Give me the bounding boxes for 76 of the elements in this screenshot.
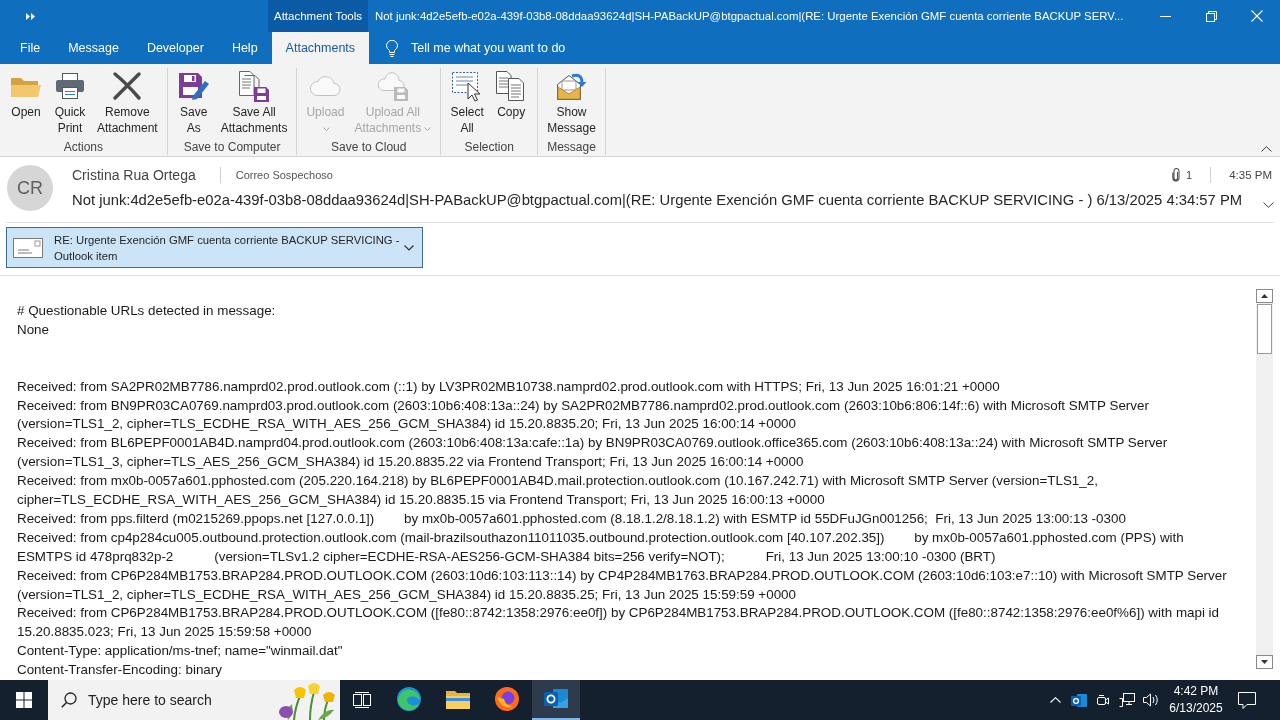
search-icon: [61, 692, 77, 708]
message-subject: Not junk:4d2e5efb-e02a-439f-03b8-08ddaa93624d|SH-PABackUP@btgpactual.com|(RE: Urgente Exención GMF cuenta corriente BACKUP SERVICING - ) 6/13/2025 4:34:57 PM: [72, 192, 1243, 208]
envelope-icon: [13, 237, 43, 258]
volume-icon[interactable]: [1143, 693, 1159, 707]
ribbon-tab[interactable]: Attachments: [271, 32, 370, 64]
taskbar-app-button[interactable]: [532, 680, 580, 720]
triangle-up-icon: [1261, 294, 1268, 298]
contextual-tab-header: Attachment Tools: [268, 0, 368, 32]
ribbon-button[interactable]: Select All: [446, 68, 489, 139]
message-text: Received: from SA2PR02MB7786.namprd02.prod.outlook.com (::1) by LV3PR02MB10738.namprd02.prod.outlook.com with HTTPS; Fri, 13 Jun 2025 16:01:21 +0000: [17, 377, 1001, 396]
message-text: Received: from mx0b-0057a601.pphosted.com (205.220.164.218) by BL6PEPF0001AB4D.mail.protection.outlook.com (10.167.242.71) with Microsoft SMTP Server (version=TLS1_2, cipher=TLS_ECDHE_RSA_WITH_AES_256_GCM_SHA384) id 15.20.8835.15 via Frontend Transport; Fri, 13 Jun 2025 16:00:13 +0000: [17, 472, 1099, 510]
speech-bubble-icon: [1238, 691, 1256, 709]
window-title: Not junk:4d2e5efb-e02a-439f-03b8-08ddaa93624d|SH-PABackUP@btgpactual.com|(RE: Urgente Exención GMF cuenta corriente BACKUP SERV...: [375, 10, 1124, 22]
message-text: Received: from BN9PR03CA0769.namprd03.prod.outlook.com (2603:10b6:408:13a::24) by SA2PR02MB7786.namprd02.prod.outlook.com (2603:10b6:806:14f::6) with Microsoft SMTP Server (version=TLS1_2, cipher=TLS_ECDHE_RSA_WITH_AES_256_GCM_SHA384) id 15.20.8835.20; Fri, 13 Jun 2025 16:00:14 +0000: [17, 396, 1150, 434]
task-view-icon: [353, 692, 371, 708]
network-icon[interactable]: [1119, 693, 1135, 707]
message-text: Received: from cp4p284cu005.outbound.protection.outlook.com (mail-brazilsouthazon11011035.outbound.protection.outlook.com [40.107.202.35]) by mx0b-0057a601.pphosted.com (PPS) with ESMTPS id 478prq832p-2 (version=TLSv1.2 cipher=ECDHE-RSA-AES256-GCM-SHA384 bits=256 verify=NOT); Fri, 13 Jun 2025 13:00:10 -0300 (BRT): [17, 528, 1185, 566]
message-text: None: [17, 320, 50, 339]
group-label: Save to Computer: [183, 139, 281, 155]
scrollbar[interactable]: [1256, 289, 1273, 669]
sender-avatar: CR: [7, 165, 53, 211]
scroll-down-button[interactable]: [1256, 655, 1273, 669]
ribbon-button[interactable]: Save As: [172, 68, 215, 139]
search-field[interactable]: Type here to search: [88, 692, 238, 708]
lightbulb-icon[interactable]: [386, 39, 399, 57]
ribbon-button[interactable]: Remove Attachment: [93, 68, 162, 139]
cloud-floppy-icon: [376, 70, 409, 102]
ribbon-button[interactable]: Quick Print: [49, 68, 91, 139]
x-mark-icon: [111, 70, 144, 102]
ribbon-button[interactable]: Open: [5, 68, 47, 139]
swirl-icon: [397, 687, 421, 711]
message-text: # Questionable URLs detected in message:: [17, 302, 277, 320]
ribbon-tab[interactable]: Developer: [132, 32, 218, 64]
message-text: Content-Type: application/ms-tnef; name="winmail.dat": [17, 642, 344, 661]
folder-label: Correo Sospechoso: [235, 169, 333, 181]
message-text: Received: from BL6PEPF0001AB4D.namprd04.prod.outlook.com (2603:10b6:408:13a:cafe::1a) by BN9PR03CA0769.outlook.office365.com (2603:10b6:408:13a::24) with Microsoft SMTP Server (version=TLS1_3, cipher=TLS_AES_256_GCM_SHA384) id 15.20.8835.22 via Frontend Transport; Fri, 13 Jun 2025 16:00:14 +0000: [17, 434, 1169, 472]
ribbon-button[interactable]: Save All Attachments: [216, 68, 292, 139]
camera-icon[interactable]: [1096, 693, 1110, 707]
floppy-pen-icon: [177, 70, 210, 102]
flame-globe-icon: [495, 687, 519, 711]
message-text: Content-Transfer-Encoding: binary: [17, 661, 223, 680]
paperclip-icon: [1172, 168, 1181, 182]
ribbon-tab[interactable]: Message: [54, 32, 133, 64]
attachment-item[interactable]: RE: Urgente Exención GMF cuenta corriente BACKUP SERVICING - Outlook item: [6, 227, 423, 268]
sender-name: Cristina Rua Ortega: [72, 167, 196, 183]
restore-icon: [1205, 10, 1217, 22]
double-chevron-icon[interactable]: [26, 12, 35, 20]
printer-icon: [54, 70, 86, 102]
folder-icon: [446, 689, 470, 709]
mail-tile-icon: [544, 688, 568, 710]
chevron-up-icon[interactable]: [1261, 146, 1272, 152]
ribbon-tab[interactable]: Help: [217, 32, 272, 64]
message-text: Received: from pps.filterd (m0215269.ppops.net [127.0.0.1]) by mx0b-0057a601.pphosted.com (8.18.1.2/8.18.1.2) with ESMTP id 55DFuJGn001256; Fri, 13 Jun 2025 13:00:13 -0300: [17, 509, 1127, 528]
group-label: Selection: [464, 139, 514, 155]
ribbon-tab[interactable]: File: [0, 32, 55, 64]
attachment-count: 1: [1186, 169, 1193, 181]
close-icon: [1251, 10, 1263, 22]
triangle-down-icon: [1261, 660, 1268, 664]
minimize-icon: [1159, 15, 1171, 17]
received-time: 4:35 PM: [1229, 169, 1272, 181]
message-text: Received: from CP6P284MB1753.BRAP284.PROD.OUTLOOK.COM (2603:10d6:103:113::14) by CP4P284MB1763.BRAP284.PROD.OUTLOOK.COM (2603:10d6:103:e7::10) with Microsoft SMTP Server (version=TLS1_2, cipher=TLS_ECDHE_RSA_WITH_AES_256_GCM_SHA384) id 15.20.8835.25; Fri, 13 Jun 2025 15:59:59 +0000: [17, 566, 1228, 604]
chevron-down-icon[interactable]: [1263, 202, 1274, 208]
tell-me-field[interactable]: Tell me what you want to do: [411, 39, 582, 57]
scroll-up-button[interactable]: [1256, 289, 1273, 303]
ribbon-button[interactable]: Show Message: [543, 68, 600, 139]
message-text: Received: from CP6P284MB1753.BRAP284.PROD.OUTLOOK.COM ([fe80::8742:1358:2976:ee0f]) by CP6P284MB1753.BRAP284.PROD.OUTLOOK.COM ([fe80::8742:1358:2976:ee0f%6]) with mapi id 15.20.8835.023; Fri, 13 Jun 2025 15:59:58 +0000: [17, 604, 1221, 642]
documents-floppy-icon: [238, 70, 271, 102]
ribbon-button[interactable]: Copy: [490, 68, 533, 139]
group-label: Message: [547, 139, 596, 155]
group-label: Save to Cloud: [331, 139, 407, 155]
mail-tile-icon[interactable]: [1071, 692, 1087, 708]
taskbar-clock[interactable]: 4:42 PM 6/13/2025: [1163, 680, 1229, 720]
chevron-down-icon[interactable]: [404, 244, 414, 251]
scrollbar-thumb[interactable]: [1257, 304, 1272, 354]
group-label: Actions: [63, 139, 104, 155]
four-squares-icon: [16, 692, 32, 708]
